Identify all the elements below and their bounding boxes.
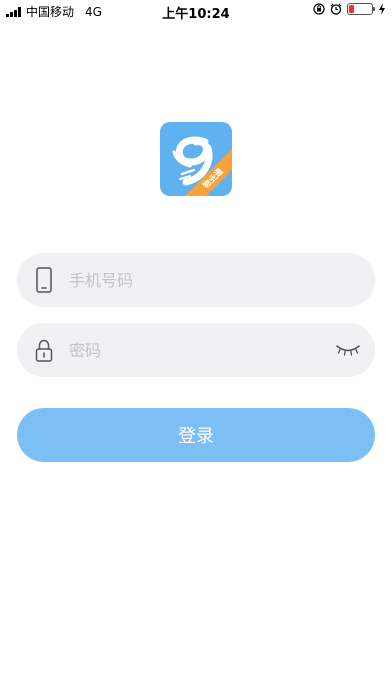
battery-icon: [347, 3, 375, 15]
lock-icon: [35, 339, 53, 362]
phone-input[interactable]: [69, 253, 329, 307]
login-screen: 中国移动 4G 上午10:24 物业通 手机号码 登录: [0, 0, 392, 696]
phone-field[interactable]: [17, 253, 375, 307]
closed-eye-icon[interactable]: [335, 343, 361, 357]
password-field[interactable]: [17, 323, 375, 377]
phone-icon: [36, 267, 52, 293]
status-bar: 中国移动 4G 上午10:24: [0, 0, 392, 22]
login-button[interactable]: 登录: [17, 408, 375, 462]
password-input[interactable]: [69, 323, 329, 377]
alarm-clock-icon: [330, 3, 342, 15]
status-right: [313, 3, 386, 15]
orientation-lock-icon: [313, 3, 325, 15]
charging-bolt-icon: [379, 3, 385, 15]
app-logo-icon: 物业通: [160, 122, 232, 196]
